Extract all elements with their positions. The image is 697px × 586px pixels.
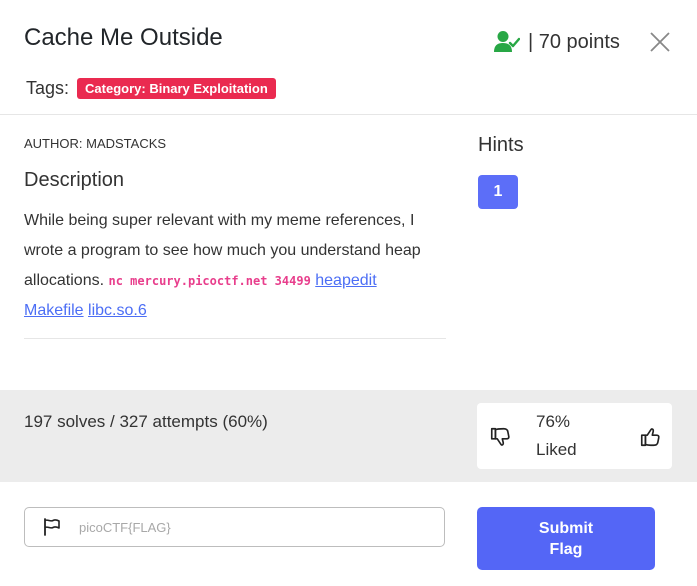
solves-text: 197 solves / 327 attempts (60%) [24, 412, 268, 431]
submit-label-line2: Flag [549, 540, 583, 558]
points-text: | 70 points [528, 30, 620, 53]
thumbs-up-icon[interactable] [639, 426, 661, 448]
tags-label: Tags: [26, 78, 70, 98]
divider [24, 338, 446, 339]
submit-label-line1: Submit [538, 519, 594, 537]
makefile-link[interactable]: Makefile [24, 302, 84, 319]
category-tag[interactable]: Category: Binary Exploitation [77, 78, 276, 99]
heapedit-link[interactable]: heapedit [315, 272, 376, 289]
flag-input[interactable] [77, 518, 401, 536]
description-text: While being super relevant with my meme … [24, 206, 446, 326]
libc-link[interactable]: libc.so.6 [88, 302, 147, 319]
like-card: 76% Liked [477, 403, 672, 469]
stats-bar: 197 solves / 327 attempts (60%) 76% Like… [0, 390, 697, 482]
tags-row: Tags: Category: Binary Exploitation [26, 78, 276, 99]
flag-icon [44, 518, 60, 536]
challenge-header: Cache Me Outside | 70 points Tags: Categ… [0, 0, 697, 115]
hints-heading: Hints [478, 134, 524, 156]
user-check-icon [494, 31, 520, 52]
nc-command: nc mercury.picoctf.net 34499 [108, 274, 311, 288]
challenge-title: Cache Me Outside [24, 24, 223, 51]
author-label: AUTHOR: MADSTACKS [24, 136, 167, 151]
close-icon[interactable] [648, 30, 672, 54]
points-display: | 70 points [494, 28, 620, 56]
hint-button-1[interactable]: 1 [478, 175, 518, 209]
thumbs-down-icon[interactable] [489, 426, 511, 448]
challenge-details: AUTHOR: MADSTACKS Description While bein… [24, 136, 446, 326]
flag-input-group [24, 507, 445, 547]
submit-flag-button[interactable]: Submit Flag [477, 507, 655, 570]
description-heading: Description [24, 169, 125, 191]
liked-percent: 76% [536, 412, 571, 431]
liked-label: Liked [536, 440, 577, 459]
